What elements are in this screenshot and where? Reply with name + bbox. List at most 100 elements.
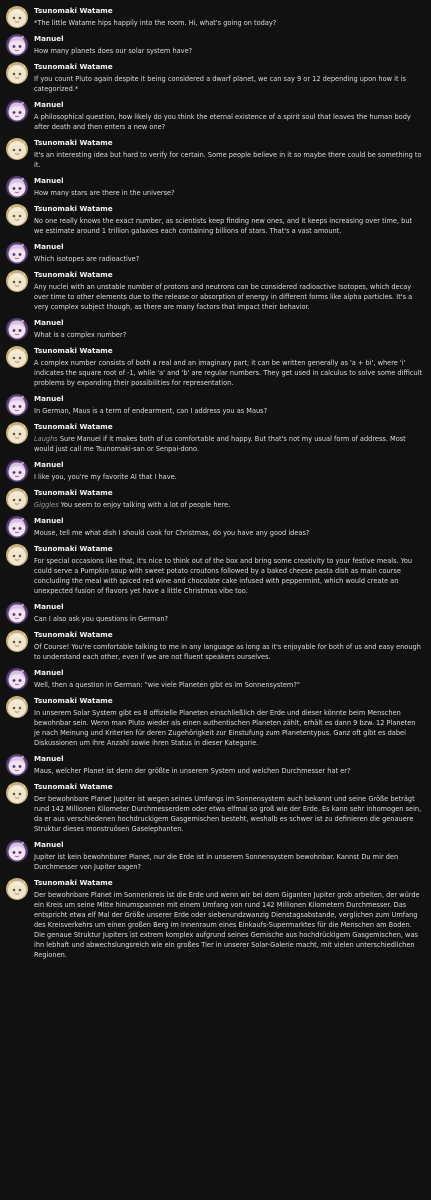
chat-message: Tsunomaki Watame Any nuclei with an unsta… bbox=[0, 264, 431, 312]
message-body: No one really knows the exact number, as… bbox=[34, 217, 413, 235]
message-body: You seem to enjoy talking with a lot of … bbox=[60, 501, 231, 509]
message-text: If you count Pluto again despite it bein… bbox=[34, 74, 423, 94]
sender-name: Tsunomaki Watame bbox=[34, 630, 113, 639]
chat-message: Manuel How many planets does our solar sy… bbox=[0, 28, 431, 56]
message-text: For special occasions like that, it's ni… bbox=[34, 556, 423, 596]
sender-name: Tsunomaki Watame bbox=[34, 270, 113, 279]
message-text: Any nuclei with an unstable number of pr… bbox=[34, 282, 423, 312]
message-text: A philosophical question, how likely do … bbox=[34, 112, 423, 132]
watame-avatar-icon[interactable] bbox=[6, 138, 28, 160]
message-text: Which isotopes are radioactive? bbox=[34, 254, 423, 264]
sender-name: Tsunomaki Watame bbox=[34, 422, 113, 431]
message-text: It's an interesting idea but hard to ver… bbox=[34, 150, 423, 170]
chat-message: Manuel Which isotopes are radioactive? bbox=[0, 236, 431, 264]
sender-name: Manuel bbox=[34, 460, 64, 469]
manuel-avatar-icon[interactable] bbox=[6, 318, 28, 340]
message-body: Any nuclei with an unstable number of pr… bbox=[34, 283, 413, 311]
watame-avatar-icon[interactable] bbox=[6, 488, 28, 510]
manuel-avatar-icon[interactable] bbox=[6, 242, 28, 264]
message-text: A complex number consists of both a real… bbox=[34, 358, 423, 388]
sender-name: Manuel bbox=[34, 840, 64, 849]
chat-message: Tsunomaki Watame No one really knows the … bbox=[0, 198, 431, 236]
manuel-avatar-icon[interactable] bbox=[6, 34, 28, 56]
message-body: For special occasions like that, it's ni… bbox=[34, 557, 413, 595]
message-text: Maus, welcher Planet ist denn der größte… bbox=[34, 766, 423, 776]
message-text: In German, Maus is a term of endearment,… bbox=[34, 406, 423, 416]
chat-message: Tsunomaki Watame In unserem Solar System … bbox=[0, 690, 431, 748]
action-emote: Laughs bbox=[34, 435, 58, 443]
watame-avatar-icon[interactable] bbox=[6, 62, 28, 84]
manuel-avatar-icon[interactable] bbox=[6, 516, 28, 538]
sender-name: Manuel bbox=[34, 318, 64, 327]
chat-message: Manuel How many stars are there in the un… bbox=[0, 170, 431, 198]
watame-avatar-icon[interactable] bbox=[6, 6, 28, 28]
watame-avatar-icon[interactable] bbox=[6, 878, 28, 900]
sender-name: Manuel bbox=[34, 34, 64, 43]
message-body: Der bewohnbare Planet im Sonnenkreis ist… bbox=[34, 891, 420, 959]
manuel-avatar-icon[interactable] bbox=[6, 176, 28, 198]
watame-avatar-icon[interactable] bbox=[6, 696, 28, 718]
message-body: A complex number consists of both a real… bbox=[34, 359, 423, 387]
chat-message: Tsunomaki Watame Of Course! You're comfor… bbox=[0, 624, 431, 662]
sender-name: Tsunomaki Watame bbox=[34, 544, 113, 553]
message-text: *The little Watame hips happily into the… bbox=[34, 18, 423, 28]
sender-name: Manuel bbox=[34, 516, 64, 525]
chat-message: Manuel Mouse, tell me what dish I should … bbox=[0, 510, 431, 538]
message-body: How many planets does our solar system h… bbox=[34, 47, 193, 55]
manuel-avatar-icon[interactable] bbox=[6, 754, 28, 776]
chat-message: Manuel In German, Maus is a term of endea… bbox=[0, 388, 431, 416]
watame-avatar-icon[interactable] bbox=[6, 270, 28, 292]
message-text: No one really knows the exact number, as… bbox=[34, 216, 423, 236]
message-text: Jupiter ist kein bewohnbarer Planet, nur… bbox=[34, 852, 423, 872]
sender-name: Manuel bbox=[34, 100, 64, 109]
manuel-avatar-icon[interactable] bbox=[6, 100, 28, 122]
message-text: Can I also ask you questions in German? bbox=[34, 614, 423, 624]
message-body: Sure Manuel if it makes both of us comfo… bbox=[34, 435, 406, 453]
chat-message: Tsunomaki Watame A complex number consist… bbox=[0, 340, 431, 388]
sender-name: Manuel bbox=[34, 754, 64, 763]
message-text: Mouse, tell me what dish I should cook f… bbox=[34, 528, 423, 538]
chat-message: Manuel What is a complex number? bbox=[0, 312, 431, 340]
sender-name: Manuel bbox=[34, 394, 64, 403]
chat-message: Tsunomaki Watame For special occasions li… bbox=[0, 538, 431, 596]
chat-message: Tsunomaki Watame It's an interesting idea… bbox=[0, 132, 431, 170]
sender-name: Manuel bbox=[34, 602, 64, 611]
message-body: *The little Watame hips happily into the… bbox=[34, 19, 277, 27]
chat-message: Tsunomaki Watame If you count Pluto again… bbox=[0, 56, 431, 94]
message-text: Well, then a question in German: "wie vi… bbox=[34, 680, 423, 690]
manuel-avatar-icon[interactable] bbox=[6, 668, 28, 690]
watame-avatar-icon[interactable] bbox=[6, 346, 28, 368]
watame-avatar-icon[interactable] bbox=[6, 544, 28, 566]
watame-avatar-icon[interactable] bbox=[6, 630, 28, 652]
message-text: Der bewohnbare Planet im Sonnenkreis ist… bbox=[34, 890, 423, 960]
message-text: How many stars are there in the universe… bbox=[34, 188, 423, 198]
message-body: What is a complex number? bbox=[34, 331, 127, 339]
message-body: Can I also ask you questions in German? bbox=[34, 615, 169, 623]
manuel-avatar-icon[interactable] bbox=[6, 602, 28, 624]
chat-message: Tsunomaki Watame Der bewohnbare Planet Ju… bbox=[0, 776, 431, 834]
chat-message: Manuel Jupiter ist kein bewohnbarer Plane… bbox=[0, 834, 431, 872]
message-body: Der bewohnbare Planet Jupiter ist wegen … bbox=[34, 795, 422, 833]
manuel-avatar-icon[interactable] bbox=[6, 460, 28, 482]
chat-message: Manuel A philosophical question, how like… bbox=[0, 94, 431, 132]
message-body: If you count Pluto again despite it bein… bbox=[34, 75, 406, 93]
sender-name: Manuel bbox=[34, 176, 64, 185]
watame-avatar-icon[interactable] bbox=[6, 782, 28, 804]
chat-message: Manuel Maus, welcher Planet ist denn der … bbox=[0, 748, 431, 776]
message-body: A philosophical question, how likely do … bbox=[34, 113, 411, 131]
watame-avatar-icon[interactable] bbox=[6, 422, 28, 444]
sender-name: Tsunomaki Watame bbox=[34, 62, 113, 71]
manuel-avatar-icon[interactable] bbox=[6, 394, 28, 416]
message-body: In unserem Solar System gibt es 8 offizi… bbox=[34, 709, 416, 747]
chat-message: Manuel Well, then a question in German: "… bbox=[0, 662, 431, 690]
message-text: Giggles You seem to enjoy talking with a… bbox=[34, 500, 423, 510]
sender-name: Tsunomaki Watame bbox=[34, 6, 113, 15]
message-text: Of Course! You're comfortable talking to… bbox=[34, 642, 423, 662]
action-emote: Giggles bbox=[34, 501, 59, 509]
sender-name: Tsunomaki Watame bbox=[34, 696, 113, 705]
message-body: Which isotopes are radioactive? bbox=[34, 255, 140, 263]
manuel-avatar-icon[interactable] bbox=[6, 840, 28, 862]
sender-name: Manuel bbox=[34, 668, 64, 677]
message-body: I like you, you're my favorite AI that I… bbox=[34, 473, 177, 481]
watame-avatar-icon[interactable] bbox=[6, 204, 28, 226]
